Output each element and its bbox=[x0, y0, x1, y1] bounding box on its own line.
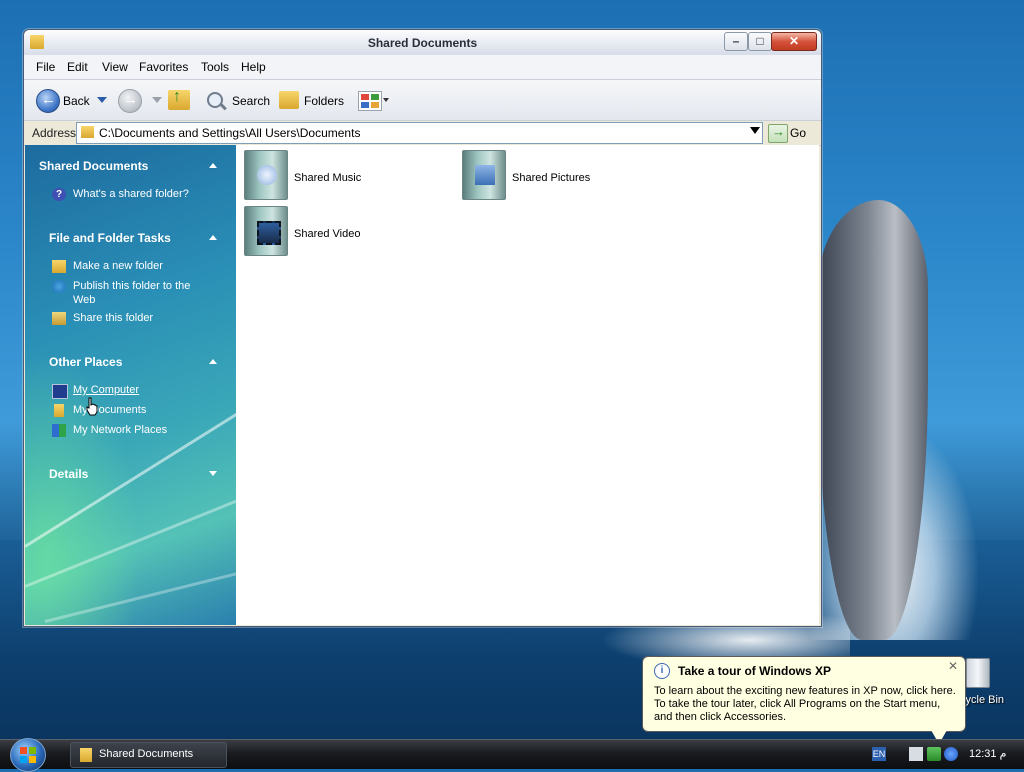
forward-history-dropdown[interactable] bbox=[152, 97, 162, 103]
clock[interactable]: 12:31 م bbox=[969, 747, 1006, 760]
link-my-documents[interactable]: My Documents bbox=[73, 403, 146, 417]
minimize-icon: – bbox=[732, 34, 740, 48]
close-icon: ✕ bbox=[788, 34, 800, 48]
go-arrow-icon[interactable] bbox=[768, 124, 788, 143]
section-shared-documents[interactable]: Shared Documents bbox=[39, 159, 148, 173]
help-icon: ? bbox=[52, 188, 66, 201]
menu-help[interactable]: Help bbox=[241, 60, 266, 74]
menu-favorites[interactable]: Favorites bbox=[139, 60, 188, 74]
menu-edit[interactable]: Edit bbox=[67, 60, 88, 74]
menu-file[interactable]: File bbox=[36, 60, 55, 74]
back-button-label[interactable]: Back bbox=[63, 94, 90, 118]
taskbar-window-label[interactable]: Shared Documents bbox=[99, 748, 193, 760]
link-whats-a-shared-folder[interactable]: What's a shared folder? bbox=[73, 187, 189, 201]
back-arrow-icon[interactable] bbox=[36, 89, 60, 113]
recycle-bin-label[interactable]: cycle Bin bbox=[960, 694, 1004, 706]
section-file-folder-tasks[interactable]: File and Folder Tasks bbox=[49, 231, 171, 245]
views-icon[interactable] bbox=[358, 91, 382, 111]
section-other-places[interactable]: Other Places bbox=[49, 355, 122, 369]
explorer-window: Shared Documents – □ ✕ File Edit View Fa… bbox=[23, 29, 822, 627]
address-label: Address bbox=[32, 126, 77, 140]
address-dropdown-icon[interactable] bbox=[750, 127, 760, 134]
language-indicator[interactable]: EN bbox=[872, 747, 886, 761]
new-folder-icon bbox=[52, 260, 66, 273]
minimize-button[interactable]: – bbox=[724, 32, 748, 51]
collapse-arrow-icon[interactable] bbox=[209, 359, 217, 364]
close-button[interactable]: ✕ bbox=[771, 32, 817, 51]
taskbar: Shared Documents EN 12:31 م bbox=[0, 738, 1024, 772]
share-folder-icon bbox=[52, 312, 66, 325]
link-make-new-folder[interactable]: Make a new folder bbox=[73, 259, 163, 273]
balloon-text[interactable]: To learn about the exciting new features… bbox=[654, 685, 956, 697]
folder-label[interactable]: Shared Video bbox=[294, 228, 360, 240]
folder-icon bbox=[81, 126, 94, 138]
collapse-arrow-icon[interactable] bbox=[209, 235, 217, 240]
security-alert-icon[interactable] bbox=[909, 747, 923, 761]
file-list: Shared Music Shared Pictures Shared Vide… bbox=[236, 145, 819, 625]
info-icon: i bbox=[654, 663, 670, 679]
folder-icon bbox=[80, 748, 92, 762]
address-input[interactable]: C:\Documents and Settings\All Users\Docu… bbox=[76, 122, 763, 144]
music-folder-icon[interactable] bbox=[244, 150, 288, 200]
maximize-button[interactable]: □ bbox=[748, 32, 772, 51]
network-icon[interactable] bbox=[927, 747, 941, 761]
taskbar-window-button[interactable]: Shared Documents bbox=[70, 742, 227, 768]
recycle-bin-shortcut[interactable]: cycle Bin bbox=[960, 658, 1024, 718]
menu-view[interactable]: View bbox=[102, 60, 128, 74]
video-folder-icon[interactable] bbox=[244, 206, 288, 256]
collapse-arrow-icon[interactable] bbox=[209, 163, 217, 168]
menu-bar: File Edit View Favorites Tools Help bbox=[24, 55, 821, 104]
my-documents-icon bbox=[54, 404, 64, 417]
tour-balloon[interactable]: i Take a tour of Windows XP ✕ To learn a… bbox=[642, 656, 966, 744]
decorative-streak bbox=[25, 487, 236, 588]
folder-label[interactable]: Shared Pictures bbox=[512, 172, 590, 184]
up-folder-icon[interactable] bbox=[168, 88, 190, 110]
pictures-folder-icon[interactable] bbox=[462, 150, 506, 200]
close-icon[interactable]: ✕ bbox=[947, 660, 959, 672]
window-title: Shared Documents bbox=[367, 36, 478, 50]
title-bar[interactable]: Shared Documents – □ ✕ bbox=[24, 30, 821, 56]
folders-icon[interactable] bbox=[279, 91, 299, 109]
address-bar: Address C:\Documents and Settings\All Us… bbox=[24, 121, 821, 146]
network-places-icon bbox=[52, 424, 66, 437]
balloon-text[interactable]: and then click Accessories. bbox=[654, 711, 786, 723]
recycle-bin-icon[interactable] bbox=[966, 658, 990, 688]
section-details[interactable]: Details bbox=[49, 467, 88, 481]
balloon-text[interactable]: To take the tour later, click All Progra… bbox=[654, 698, 940, 710]
address-value[interactable]: C:\Documents and Settings\All Users\Docu… bbox=[99, 126, 360, 140]
link-my-network-places[interactable]: My Network Places bbox=[73, 423, 167, 437]
link-share-folder[interactable]: Share this folder bbox=[73, 311, 153, 325]
folders-button-label[interactable]: Folders bbox=[304, 94, 344, 118]
go-button-label[interactable]: Go bbox=[790, 126, 806, 140]
link-publish-folder[interactable]: Publish this folder to the bbox=[73, 279, 190, 293]
link-my-computer[interactable]: My Computer bbox=[73, 383, 139, 397]
info-tray-icon[interactable] bbox=[944, 747, 958, 761]
dolphin-image bbox=[818, 200, 928, 640]
decorative-streak bbox=[44, 564, 236, 623]
toolbar: Back Search Folders bbox=[24, 80, 821, 121]
windows-logo-icon bbox=[20, 747, 36, 763]
hand-cursor-icon bbox=[86, 397, 98, 416]
task-pane: Shared Documents ? What's a shared folde… bbox=[25, 145, 236, 625]
balloon-title[interactable]: Take a tour of Windows XP bbox=[678, 664, 831, 678]
expand-arrow-icon[interactable] bbox=[209, 471, 217, 476]
maximize-icon: □ bbox=[756, 34, 764, 48]
search-icon[interactable] bbox=[207, 92, 223, 108]
search-button-label[interactable]: Search bbox=[232, 94, 270, 118]
publish-web-icon bbox=[52, 280, 66, 293]
my-computer-icon bbox=[52, 384, 68, 399]
menu-tools[interactable]: Tools bbox=[201, 60, 229, 74]
start-button[interactable] bbox=[10, 738, 46, 772]
views-dropdown[interactable] bbox=[383, 98, 389, 102]
forward-arrow-icon[interactable] bbox=[118, 89, 142, 113]
folder-label[interactable]: Shared Music bbox=[294, 172, 361, 184]
back-history-dropdown[interactable] bbox=[97, 97, 107, 103]
link-publish-folder-web[interactable]: Web bbox=[73, 293, 95, 307]
